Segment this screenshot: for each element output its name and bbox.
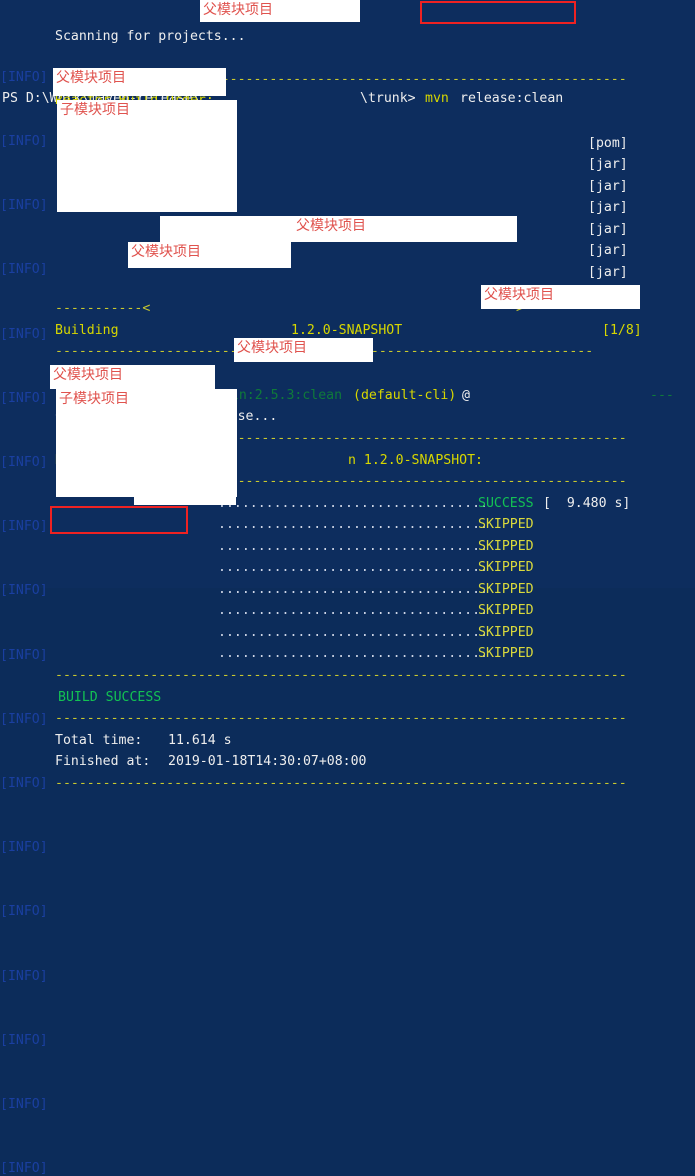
dot-leader: .................................. xyxy=(218,560,488,575)
info-tag: [INFO] xyxy=(0,134,48,150)
module-status-skipped: SKIPPED xyxy=(478,603,534,618)
info-tag: [INFO] xyxy=(0,583,48,599)
dot-leader: .................................. xyxy=(218,496,488,511)
dot-leader: .................................. xyxy=(218,582,488,597)
info-tag: [INFO] xyxy=(0,1032,48,1048)
building-packaging-separator-right: ------------------------------ xyxy=(355,344,594,359)
terminal-window[interactable]: PS D:\Work\maven-release\ \trunk> mvn re… xyxy=(0,0,695,1176)
info-tag: [INFO] xyxy=(0,1161,48,1176)
mask-label-parent-project: 父模块项目 xyxy=(131,244,201,260)
info-tag: [INFO] xyxy=(0,519,48,535)
info-tag: [INFO] xyxy=(0,326,48,342)
build-result: BUILD SUCCESS xyxy=(58,690,162,705)
module-status-skipped: SKIPPED xyxy=(478,625,534,640)
plugin-execution-id: (default-cli) xyxy=(353,388,457,403)
dot-leader: .................................. xyxy=(218,517,488,532)
reactor-summary-version: n 1.2.0-SNAPSHOT: xyxy=(348,453,483,468)
module-status-skipped: SKIPPED xyxy=(478,560,534,575)
plugin-line-suffix: --- xyxy=(650,388,674,403)
mask-label-parent-project: 父模块项目 xyxy=(237,340,307,356)
mask-label-child-project: 子模块项目 xyxy=(59,391,129,407)
info-tag: [INFO] xyxy=(0,198,48,214)
annotation-box-build-result xyxy=(50,506,188,534)
redaction-mask-building-name: 父模块项目 xyxy=(128,242,291,268)
redaction-mask-summary-children: 子模块项目 xyxy=(56,389,237,497)
mask-label-parent-project: 父模块项目 xyxy=(56,70,126,86)
packaging-type: [jar] xyxy=(588,243,628,258)
packaging-type: [jar] xyxy=(588,179,628,194)
info-tag: [INFO] xyxy=(0,904,48,920)
result-separator-bottom: ----------------------------------------… xyxy=(55,711,627,726)
info-tag: [INFO] xyxy=(0,968,48,984)
info-tag: [INFO] xyxy=(0,390,48,406)
module-status-skipped: SKIPPED xyxy=(478,517,534,532)
redaction-mask-prompt-path: 父模块项目 xyxy=(200,0,360,22)
building-progress: [1/8] xyxy=(602,323,642,338)
command-tool: mvn xyxy=(425,90,449,106)
packaging-type: [jar] xyxy=(588,222,628,237)
redaction-mask-building-header: 父模块项目 xyxy=(160,216,517,242)
redaction-mask-summary-parent: 父模块项目 xyxy=(50,365,215,389)
mask-label-parent-project: 父模块项目 xyxy=(484,287,554,303)
info-tag: [INFO] xyxy=(0,455,48,471)
total-time-label: Total time: xyxy=(55,733,143,748)
redaction-mask-summary-tail xyxy=(134,495,236,505)
module-status-skipped: SKIPPED xyxy=(478,539,534,554)
info-tag: [INFO] xyxy=(0,776,48,792)
prompt-suffix: \trunk> xyxy=(360,90,416,106)
module-duration: [ 9.480 s] xyxy=(543,496,631,511)
annotation-box-command xyxy=(420,1,576,24)
mask-label-child-project: 子模块项目 xyxy=(60,102,130,118)
info-gutter: [INFO] [INFO] [INFO] [INFO] [INFO] [INFO… xyxy=(0,24,48,1176)
redaction-mask-reactor-parent: 父模块项目 xyxy=(53,68,226,96)
info-tag: [INFO] xyxy=(0,69,48,85)
info-tag: [INFO] xyxy=(0,840,48,856)
plugin-at-symbol: @ xyxy=(462,388,470,403)
finished-at-value: 2019-01-18T14:30:07+08:00 xyxy=(168,754,367,769)
dot-leader: .................................. xyxy=(218,625,488,640)
info-tag: [INFO] xyxy=(0,262,48,278)
dot-leader: .................................. xyxy=(218,603,488,618)
mask-label-parent-project: 父模块项目 xyxy=(296,218,366,234)
redaction-mask-plugin-artifact: 父模块项目 xyxy=(481,285,640,309)
total-time-value: 11.614 s xyxy=(168,733,232,748)
redaction-mask-reactor-children: 子模块项目 xyxy=(57,100,237,212)
finished-at-label: Finished at: xyxy=(55,754,151,769)
packaging-type: [jar] xyxy=(588,157,628,172)
command-goal: release:clean xyxy=(460,90,564,106)
module-status-skipped: SKIPPED xyxy=(478,646,534,661)
info-tag: [INFO] xyxy=(0,647,48,663)
module-status-skipped: SKIPPED xyxy=(478,582,534,597)
mask-label-parent-project: 父模块项目 xyxy=(203,2,273,18)
dot-leader: .................................. xyxy=(218,539,488,554)
info-tag: [INFO] xyxy=(0,1097,48,1113)
mask-label-parent-project: 父模块项目 xyxy=(53,367,123,383)
result-separator-end: ----------------------------------------… xyxy=(55,776,627,791)
result-separator-top: ----------------------------------------… xyxy=(55,668,627,683)
packaging-type: [jar] xyxy=(588,200,628,215)
module-status-success: SUCCESS xyxy=(478,496,534,511)
building-label: Building xyxy=(55,323,119,338)
packaging-type: [pom] xyxy=(588,136,628,151)
dot-leader: .................................. xyxy=(218,646,488,661)
packaging-type: [jar] xyxy=(588,265,628,280)
info-tag: [INFO] xyxy=(0,711,48,727)
redaction-mask-summary-heading: 父模块项目 xyxy=(234,338,373,362)
